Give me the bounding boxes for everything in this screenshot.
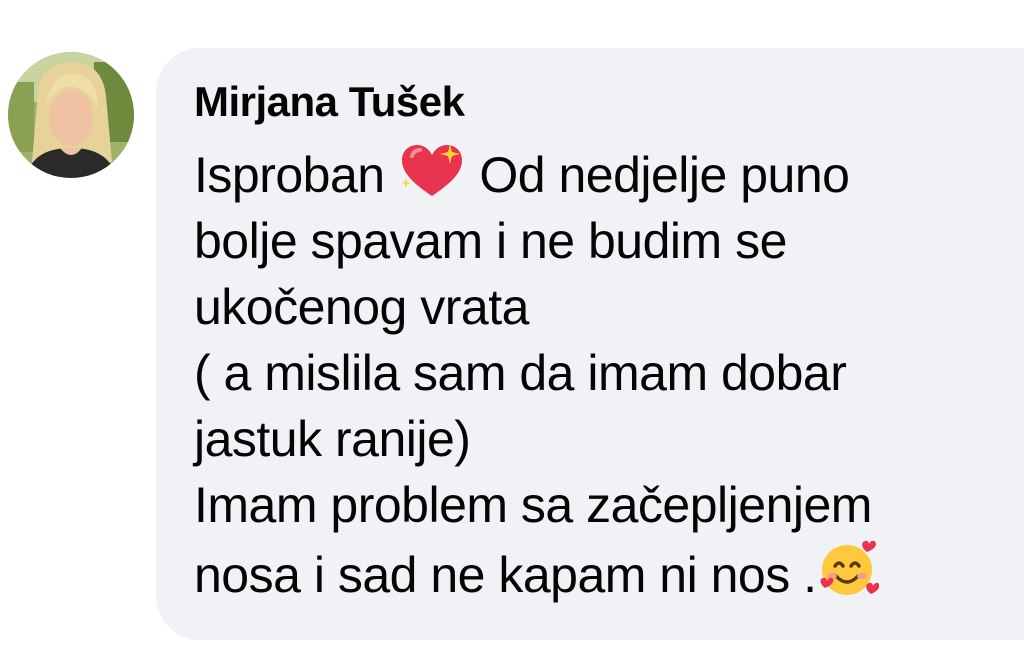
comment-text: Od nedjelje puno (465, 147, 850, 203)
comment-line: Imam problem sa začepljenjem (194, 477, 872, 533)
comment-text: nosa i sad ne kapam ni nos . (194, 547, 817, 603)
comment: Mirjana Tušek Isproban Od nedjelje puno … (0, 0, 1024, 663)
comment-line: bolje spavam i ne budim se (194, 213, 787, 269)
comment-line: Isproban Od nedjelje puno (194, 142, 994, 208)
comment-line: jastuk ranije) (194, 411, 471, 467)
comment-line: ukočenog vrata (194, 279, 529, 335)
sparkling-heart-icon (398, 142, 466, 200)
comment-body: Isproban Od nedjelje puno bolje spavam i… (194, 142, 994, 604)
comment-text: Isproban (194, 147, 398, 203)
smiling-face-with-hearts-icon (817, 538, 879, 600)
avatar-photo (8, 52, 134, 178)
avatar[interactable] (8, 52, 134, 178)
comment-author[interactable]: Mirjana Tušek (194, 78, 465, 126)
comment-line: nosa i sad ne kapam ni nos . (194, 538, 994, 604)
comment-line: ( a mislila sam da imam dobar (194, 345, 847, 401)
